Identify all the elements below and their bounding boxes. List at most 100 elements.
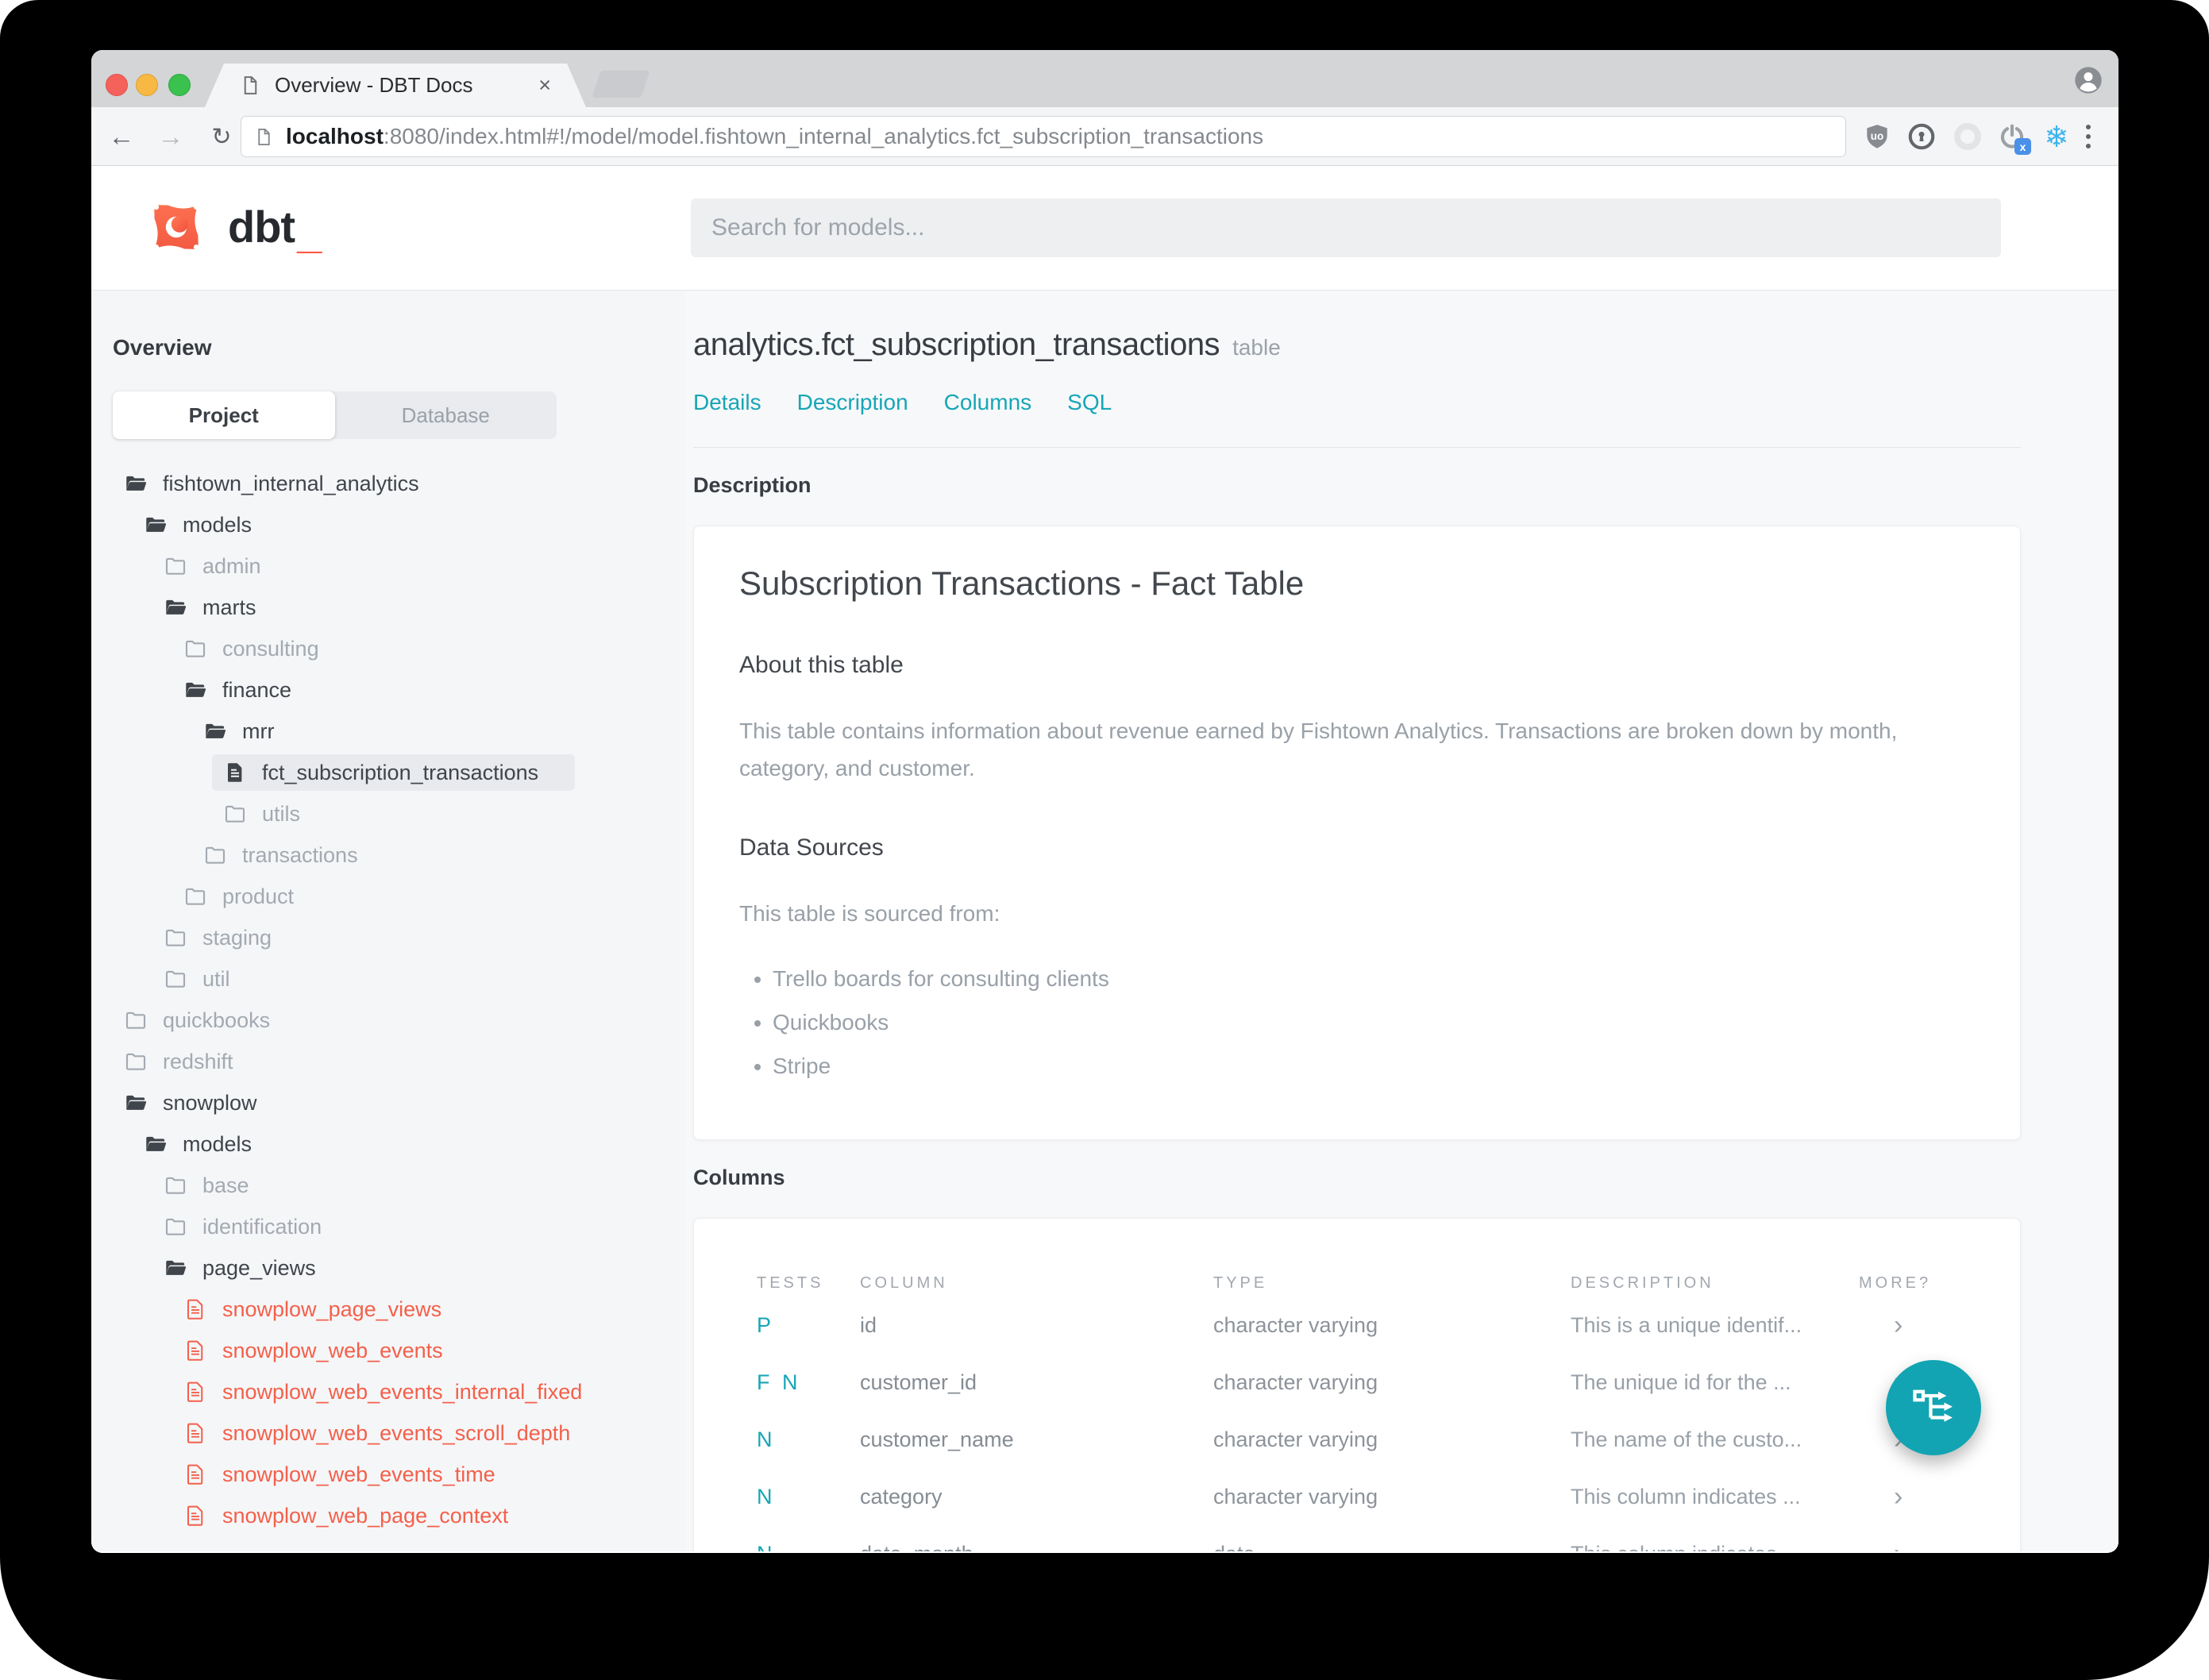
tree-item-label: fishtown_internal_analytics (163, 471, 419, 495)
cell-type: date (1213, 1542, 1571, 1552)
browser-menu-icon[interactable] (2086, 125, 2091, 148)
forward-button[interactable]: → (153, 119, 188, 154)
tree-item-quickbooks[interactable]: quickbooks (113, 1000, 666, 1041)
table-row-date_month[interactable]: Ndate_monthdateThis column indicates ...… (739, 1525, 1975, 1551)
table-row-customer_name[interactable]: Ncustomer_name character varying The name … (739, 1411, 1975, 1468)
folder-open-icon (126, 1095, 147, 1110)
tree-item-snowplow_page_views[interactable]: snowplow_page_views (113, 1289, 666, 1330)
ublock-extension-icon[interactable]: uo (1860, 120, 1894, 153)
back-button[interactable]: ← (104, 119, 139, 154)
tree-item-staging[interactable]: staging (113, 917, 666, 958)
cell-type: character varying (1213, 1370, 1378, 1394)
column-header-tests: TESTS (757, 1273, 824, 1292)
disabled-extension-icon[interactable] (1951, 120, 1984, 153)
tree-item-marts[interactable]: marts (113, 587, 666, 628)
tree-item-mrr[interactable]: mrr (113, 711, 666, 752)
tree-item-snowplow_web_events_time[interactable]: snowplow_web_events_time (113, 1454, 666, 1495)
table-row-id[interactable]: Pid character varying This is a unique ide… (739, 1297, 1975, 1354)
extension-x-badge: x (2014, 138, 2031, 155)
cell-description: This is a unique identif... (1571, 1312, 1802, 1337)
zoom-window-button[interactable] (168, 74, 191, 96)
tree-item-page_views[interactable]: page_views (113, 1247, 666, 1289)
cell-tests: P (757, 1312, 775, 1337)
cell-tests: F N (757, 1370, 801, 1394)
cell-type: character varying (1213, 1427, 1378, 1451)
tree-item-snowplow_web_page_context[interactable]: snowplow_web_page_context (113, 1495, 666, 1536)
expand-row-chevron-icon[interactable]: › (1859, 1483, 1975, 1510)
view-tab-database[interactable]: Database (335, 391, 557, 439)
snowflake-extension-icon[interactable]: ❄ (2040, 120, 2073, 153)
tree-item-snowplow_web_events_internal_fixed[interactable]: snowplow_web_events_internal_fixed (113, 1371, 666, 1412)
new-tab-button[interactable] (592, 71, 650, 98)
folder-icon (225, 805, 245, 823)
tree-item-util[interactable]: util (113, 958, 666, 1000)
search-input[interactable] (691, 198, 2001, 257)
onepassword-extension-icon[interactable] (1905, 120, 1938, 153)
file-outline-icon (187, 1299, 203, 1320)
profile-avatar-icon[interactable] (2072, 64, 2104, 96)
tree-item-label: page_views (202, 1255, 316, 1280)
anchor-link-columns[interactable]: Columns (944, 390, 1031, 415)
page-title: analytics.fct_subscription_transactions (693, 327, 1220, 362)
browser-tab[interactable]: Overview - DBT Docs × (205, 64, 586, 107)
tree-item-label: admin (202, 553, 261, 578)
tree-item-admin[interactable]: admin (113, 545, 666, 587)
tree-item-label: finance (222, 677, 292, 702)
tree-item-snowplow_web_events_scroll_depth[interactable]: snowplow_web_events_scroll_depth (113, 1412, 666, 1454)
cell-description: The unique id for the ... (1571, 1370, 1791, 1394)
tree-item-identification[interactable]: identification (113, 1206, 666, 1247)
folder-open-icon (146, 517, 167, 532)
anchor-link-description[interactable]: Description (797, 390, 908, 415)
expand-row-chevron-icon[interactable]: › (1859, 1312, 1975, 1339)
tree-item-fishtown_internal_analytics[interactable]: fishtown_internal_analytics (113, 463, 666, 504)
expand-row-chevron-icon[interactable]: › (1859, 1540, 1975, 1551)
anchor-link-sql[interactable]: SQL (1067, 390, 1112, 415)
tree-item-models[interactable]: models (113, 504, 666, 545)
brand-cursor: _ (297, 207, 322, 257)
folder-open-icon (186, 682, 206, 697)
tree-item-utils[interactable]: utils (113, 793, 666, 834)
page-info-icon[interactable] (254, 127, 274, 147)
columns-section-heading: Columns (693, 1166, 785, 1189)
app-header: dbt _ (91, 166, 2118, 291)
tree-item-snowplow[interactable]: snowplow (113, 1082, 666, 1123)
app-body: Overview Project Database fishtown_intern… (91, 291, 2118, 1551)
dbt-logo[interactable]: dbt _ (141, 191, 322, 274)
url-bar[interactable]: localhost:8080/index.html#!/model/model.… (241, 116, 1846, 157)
tree-item-label: redshift (163, 1049, 233, 1073)
tree-item-label: product (222, 884, 295, 908)
tree-item-finance[interactable]: finance (113, 669, 666, 711)
sidebar-title: Overview (113, 335, 212, 360)
tree-item-label: snowplow_web_events (222, 1338, 443, 1362)
view-tab-project[interactable]: Project (113, 391, 335, 439)
power-extension-icon[interactable]: x (1995, 120, 2031, 155)
lineage-graph-button[interactable] (1886, 1360, 1981, 1455)
anchor-link-details[interactable]: Details (693, 390, 761, 415)
cell-type: character varying (1213, 1484, 1378, 1509)
tree-item-snowplow_web_events[interactable]: snowplow_web_events (113, 1330, 666, 1371)
tree-item-label: snowplow_web_events_time (222, 1462, 495, 1486)
folder-icon (185, 640, 206, 657)
cell-column: id (860, 1312, 877, 1337)
resource-type-badge: table (1232, 335, 1281, 360)
tree-item-base[interactable]: base (113, 1165, 666, 1206)
close-window-button[interactable] (106, 74, 128, 96)
sidebar: Overview Project Database fishtown_intern… (91, 291, 685, 1551)
tree-item-transactions[interactable]: transactions (113, 834, 666, 876)
tree-item-redshift[interactable]: redshift (113, 1041, 666, 1082)
reload-button[interactable]: ↻ (204, 119, 239, 154)
columns-table-header: TESTS COLUMN TYPE DESCRIPTION MORE? (739, 1219, 1975, 1297)
folder-open-icon (166, 1260, 187, 1275)
source-item: Quickbooks (773, 1006, 1975, 1039)
table-row-customer_id[interactable]: F N customer_id character varying The uniqu… (739, 1354, 1975, 1411)
minimize-window-button[interactable] (136, 74, 158, 96)
tree-item-consulting[interactable]: consulting (113, 628, 666, 669)
table-row-category[interactable]: Ncategory character varying This column in… (739, 1468, 1975, 1525)
tree-item-fct_subscription_transactions[interactable]: fct_subscription_transactions (113, 752, 666, 793)
tab-close-icon[interactable]: × (538, 73, 551, 98)
file-outline-icon (187, 1423, 203, 1443)
description-card: Subscription Transactions - Fact Table A… (693, 526, 2021, 1140)
tree-item-models[interactable]: models (113, 1123, 666, 1165)
svg-text:uo: uo (1871, 130, 1883, 142)
tree-item-product[interactable]: product (113, 876, 666, 917)
